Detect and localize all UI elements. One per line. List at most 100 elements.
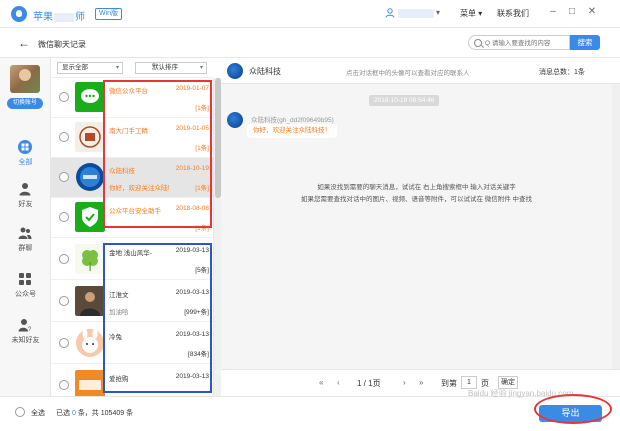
footer-bar: 全选 已选 0 条，共 105409 条 导出: [0, 396, 620, 431]
row-date: 2018-08-08: [175, 205, 209, 212]
row-select-radio[interactable]: [59, 92, 69, 102]
attachment-hint: 如果您需要查找对话中的图片、视频、语音等附件，可以试试在 微信附件 中查找: [300, 196, 533, 203]
row-date: 2019-01-07: [175, 85, 209, 92]
clover-avatar-icon: [75, 244, 105, 274]
selection-mid: 条，共: [77, 410, 99, 417]
close-icon[interactable]: ✕: [586, 6, 598, 17]
search-button[interactable]: 搜索: [570, 35, 600, 50]
row-count: [999+条]: [184, 309, 209, 316]
page-header: ← 微信聊天记录 搜索: [0, 28, 620, 58]
search-hint: 如果没找到需要的聊天消息，试试在 右上角搜索框中 输入对话关键字: [317, 184, 516, 191]
row-count: [5条]: [195, 267, 209, 274]
row-name: 金地 浅山风华-: [109, 250, 152, 257]
search-input[interactable]: [485, 37, 569, 49]
sidebar-item-label: 好友: [18, 201, 33, 208]
row-select-radio[interactable]: [59, 296, 69, 306]
list-item[interactable]: 微信公众平台 2019-01-07 [1条]: [51, 78, 213, 118]
chevron-down-icon: ▾: [115, 65, 119, 71]
svg-text:?: ?: [28, 327, 32, 332]
row-select-radio[interactable]: [59, 254, 69, 264]
row-name: 微信公众平台: [109, 88, 148, 95]
list-item[interactable]: 公众平台安全助手 2018-08-08 [1条]: [51, 198, 213, 238]
filter-dropdown[interactable]: 显示全部 ▾: [57, 62, 123, 74]
message-bubble[interactable]: 你好，欢迎关注众陆科技！: [247, 124, 337, 138]
chevron-down-icon[interactable]: ▾: [436, 8, 440, 17]
last-page-icon[interactable]: »: [419, 378, 423, 387]
row-name: 公众平台安全助手: [109, 208, 161, 215]
chat-header: 众陆科技 点击对话框中的头像可以查看对应的联系人 消息总数：1条: [221, 58, 620, 84]
row-count: [1条]: [195, 145, 209, 152]
sort-dropdown[interactable]: 默认排序 ▾: [135, 62, 207, 74]
select-all-label[interactable]: 全选: [31, 408, 45, 418]
sidebar-item-all[interactable]: 全部: [0, 136, 51, 172]
account-avatar[interactable]: [10, 65, 40, 93]
row-select-radio[interactable]: [59, 212, 69, 222]
selection-info: 已选 0 条，共 105409 条: [56, 408, 133, 418]
pagination: « ‹ 1 / 1页 › » 到第 1 页 确定: [221, 369, 620, 396]
row-date: 2018-10-19: [175, 165, 209, 172]
menu-button[interactable]: 菜单 ▾: [460, 8, 482, 19]
sidebar-item-friends[interactable]: 好友: [0, 178, 51, 214]
row-select-radio[interactable]: [59, 172, 69, 182]
goto-label: 到第: [441, 379, 457, 388]
back-arrow-icon[interactable]: ←: [18, 36, 30, 50]
chat-title: 众陆科技: [249, 67, 281, 76]
selected-count: 0: [71, 410, 76, 417]
sidebar-item-label: 未知好友: [11, 337, 40, 344]
sidebar-item-unknown-friends[interactable]: ? 未知好友: [0, 314, 51, 350]
message-avatar[interactable]: [227, 112, 243, 128]
minimize-icon[interactable]: –: [547, 6, 559, 17]
sort-dropdown-label: 默认排序: [152, 64, 178, 71]
first-page-icon[interactable]: «: [319, 378, 323, 387]
row-date: 2019-03-13: [175, 247, 209, 254]
apps-icon: [19, 273, 31, 285]
restore-icon[interactable]: □: [566, 6, 578, 17]
go-page-button[interactable]: 确定: [498, 376, 518, 389]
apple-logo-icon: [11, 6, 27, 22]
sidebar-item-groups[interactable]: 群聊: [0, 222, 51, 258]
list-toolbar: 显示全部 ▾ 默认排序 ▾: [51, 58, 213, 78]
wechat-official-platform-icon: [75, 82, 105, 112]
row-last-message: 你好，欢迎关注众陆科: [109, 185, 169, 192]
list-item[interactable]: 金地 浅山风华- 2019-03-13 [5条]: [51, 240, 213, 280]
title-bar: 苹果师 Win版 ▾ 菜单 ▾ 联系我们 – □ ✕: [0, 0, 620, 28]
message-sender: 众陆科技(gh_dd2f09649b95): [251, 117, 334, 124]
select-all-radio[interactable]: [15, 407, 25, 417]
prev-page-icon[interactable]: ‹: [337, 378, 340, 387]
contact-us-button[interactable]: 联系我们: [497, 8, 529, 19]
list-item[interactable]: 爱抢购 2019-03-13: [51, 366, 213, 396]
chat-scrollbar[interactable]: [612, 84, 620, 369]
row-name: 爱抢购: [109, 376, 129, 383]
user-name[interactable]: [398, 9, 434, 18]
sidebar-item-label: 全部: [18, 159, 33, 166]
row-select-radio[interactable]: [59, 380, 69, 390]
list-item[interactable]: 冷兔 2019-03-13 [834条]: [51, 324, 213, 364]
user-icon[interactable]: [385, 8, 395, 18]
list-item[interactable]: 众陆科技 2018-10-19 你好，欢迎关注众陆科 [1条]: [51, 158, 213, 198]
next-page-icon[interactable]: ›: [403, 378, 406, 387]
row-select-radio[interactable]: [59, 338, 69, 348]
selection-prefix: 已选: [56, 410, 70, 417]
row-count: [1条]: [195, 225, 209, 232]
row-select-radio[interactable]: [59, 132, 69, 142]
list-item[interactable]: 南大门手工精 2019-01-05 [1条]: [51, 118, 213, 158]
row-date: 2019-03-13: [175, 373, 209, 380]
switch-account-button[interactable]: 切换账号: [7, 98, 43, 109]
sidebar-item-label: 群聊: [18, 245, 33, 252]
sidebar-item-label: 公众号: [15, 291, 36, 298]
list-scrollbar[interactable]: [213, 78, 221, 396]
sidebar-item-official-accounts[interactable]: 公众号: [0, 268, 51, 304]
chat-tip: 点击对话框中的头像可以查看对应的联系人: [346, 70, 470, 77]
list-item[interactable]: 江淮文 2019-03-13 加油哈 [999+条]: [51, 282, 213, 322]
row-last-message: 加油哈: [109, 309, 129, 316]
message-total: 消息总数：1条: [539, 69, 585, 76]
user-icon: [19, 183, 31, 196]
filter-dropdown-label: 显示全部: [62, 64, 88, 71]
search-box[interactable]: [468, 35, 570, 50]
page-number-input[interactable]: 1: [461, 376, 477, 389]
shop-logo-icon: [75, 122, 105, 152]
row-count: [1条]: [195, 185, 209, 192]
chat-avatar[interactable]: [227, 63, 243, 79]
export-button[interactable]: 导出: [539, 405, 602, 422]
shopping-avatar-icon: [75, 370, 105, 396]
